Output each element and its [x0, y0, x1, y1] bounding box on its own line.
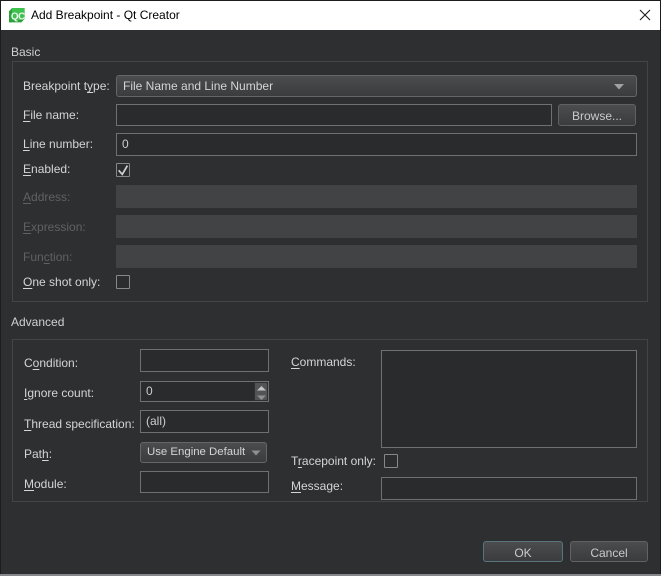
svg-text:QC: QC [11, 12, 25, 23]
